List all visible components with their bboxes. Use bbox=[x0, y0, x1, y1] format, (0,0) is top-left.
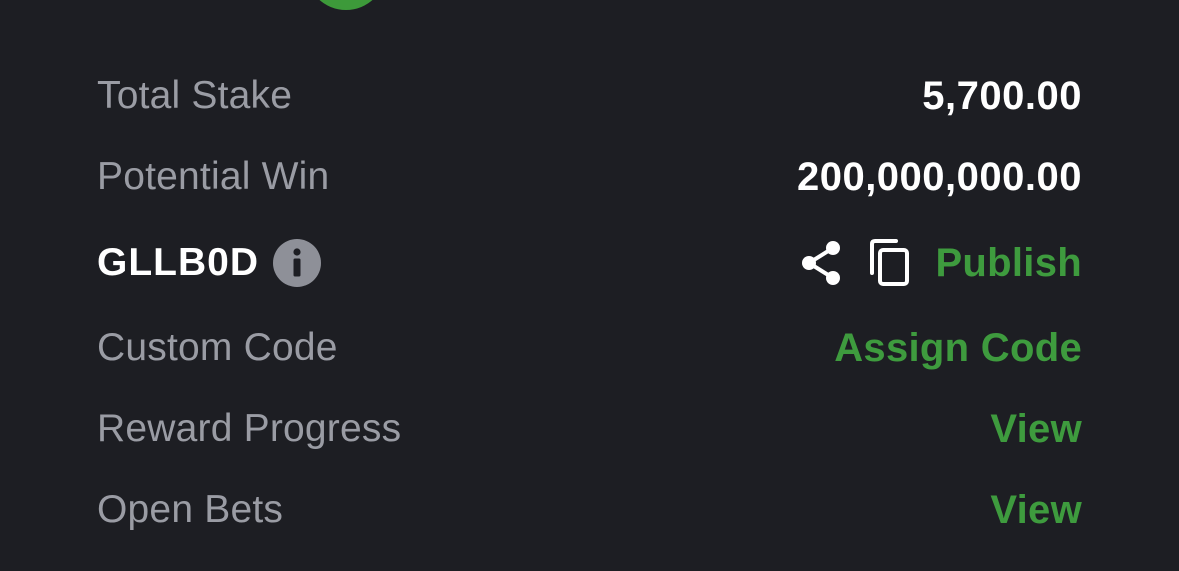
total-stake-row: Total Stake 5,700.00 bbox=[97, 72, 1082, 120]
bet-summary-panel: Total Stake 5,700.00 Potential Win 200,0… bbox=[0, 0, 1179, 571]
reward-progress-label: Reward Progress bbox=[97, 407, 402, 450]
total-stake-value: 5,700.00 bbox=[922, 73, 1082, 118]
potential-win-row: Potential Win 200,000,000.00 bbox=[97, 153, 1082, 201]
info-icon[interactable] bbox=[273, 239, 321, 287]
open-bets-row: Open Bets View bbox=[97, 486, 1082, 534]
booking-code-group: GLLB0D bbox=[97, 239, 321, 287]
potential-win-label: Potential Win bbox=[97, 155, 330, 198]
custom-code-row: Custom Code Assign Code bbox=[97, 324, 1082, 372]
total-stake-label: Total Stake bbox=[97, 74, 293, 117]
booking-code-row: GLLB0D Publish bbox=[97, 239, 1082, 287]
open-bets-label: Open Bets bbox=[97, 488, 284, 531]
open-bets-view-button[interactable]: View bbox=[990, 488, 1082, 533]
reward-progress-row: Reward Progress View bbox=[97, 405, 1082, 453]
share-icon[interactable] bbox=[797, 239, 845, 287]
potential-win-value: 200,000,000.00 bbox=[796, 154, 1082, 199]
reward-progress-view-button[interactable]: View bbox=[990, 407, 1082, 452]
custom-code-label: Custom Code bbox=[97, 326, 338, 369]
status-indicator bbox=[306, 0, 386, 10]
assign-code-button[interactable]: Assign Code bbox=[834, 326, 1082, 371]
booking-actions: Publish bbox=[797, 237, 1082, 289]
booking-code: GLLB0D bbox=[97, 241, 259, 284]
publish-button[interactable]: Publish bbox=[935, 241, 1082, 286]
copy-icon[interactable] bbox=[865, 237, 913, 289]
